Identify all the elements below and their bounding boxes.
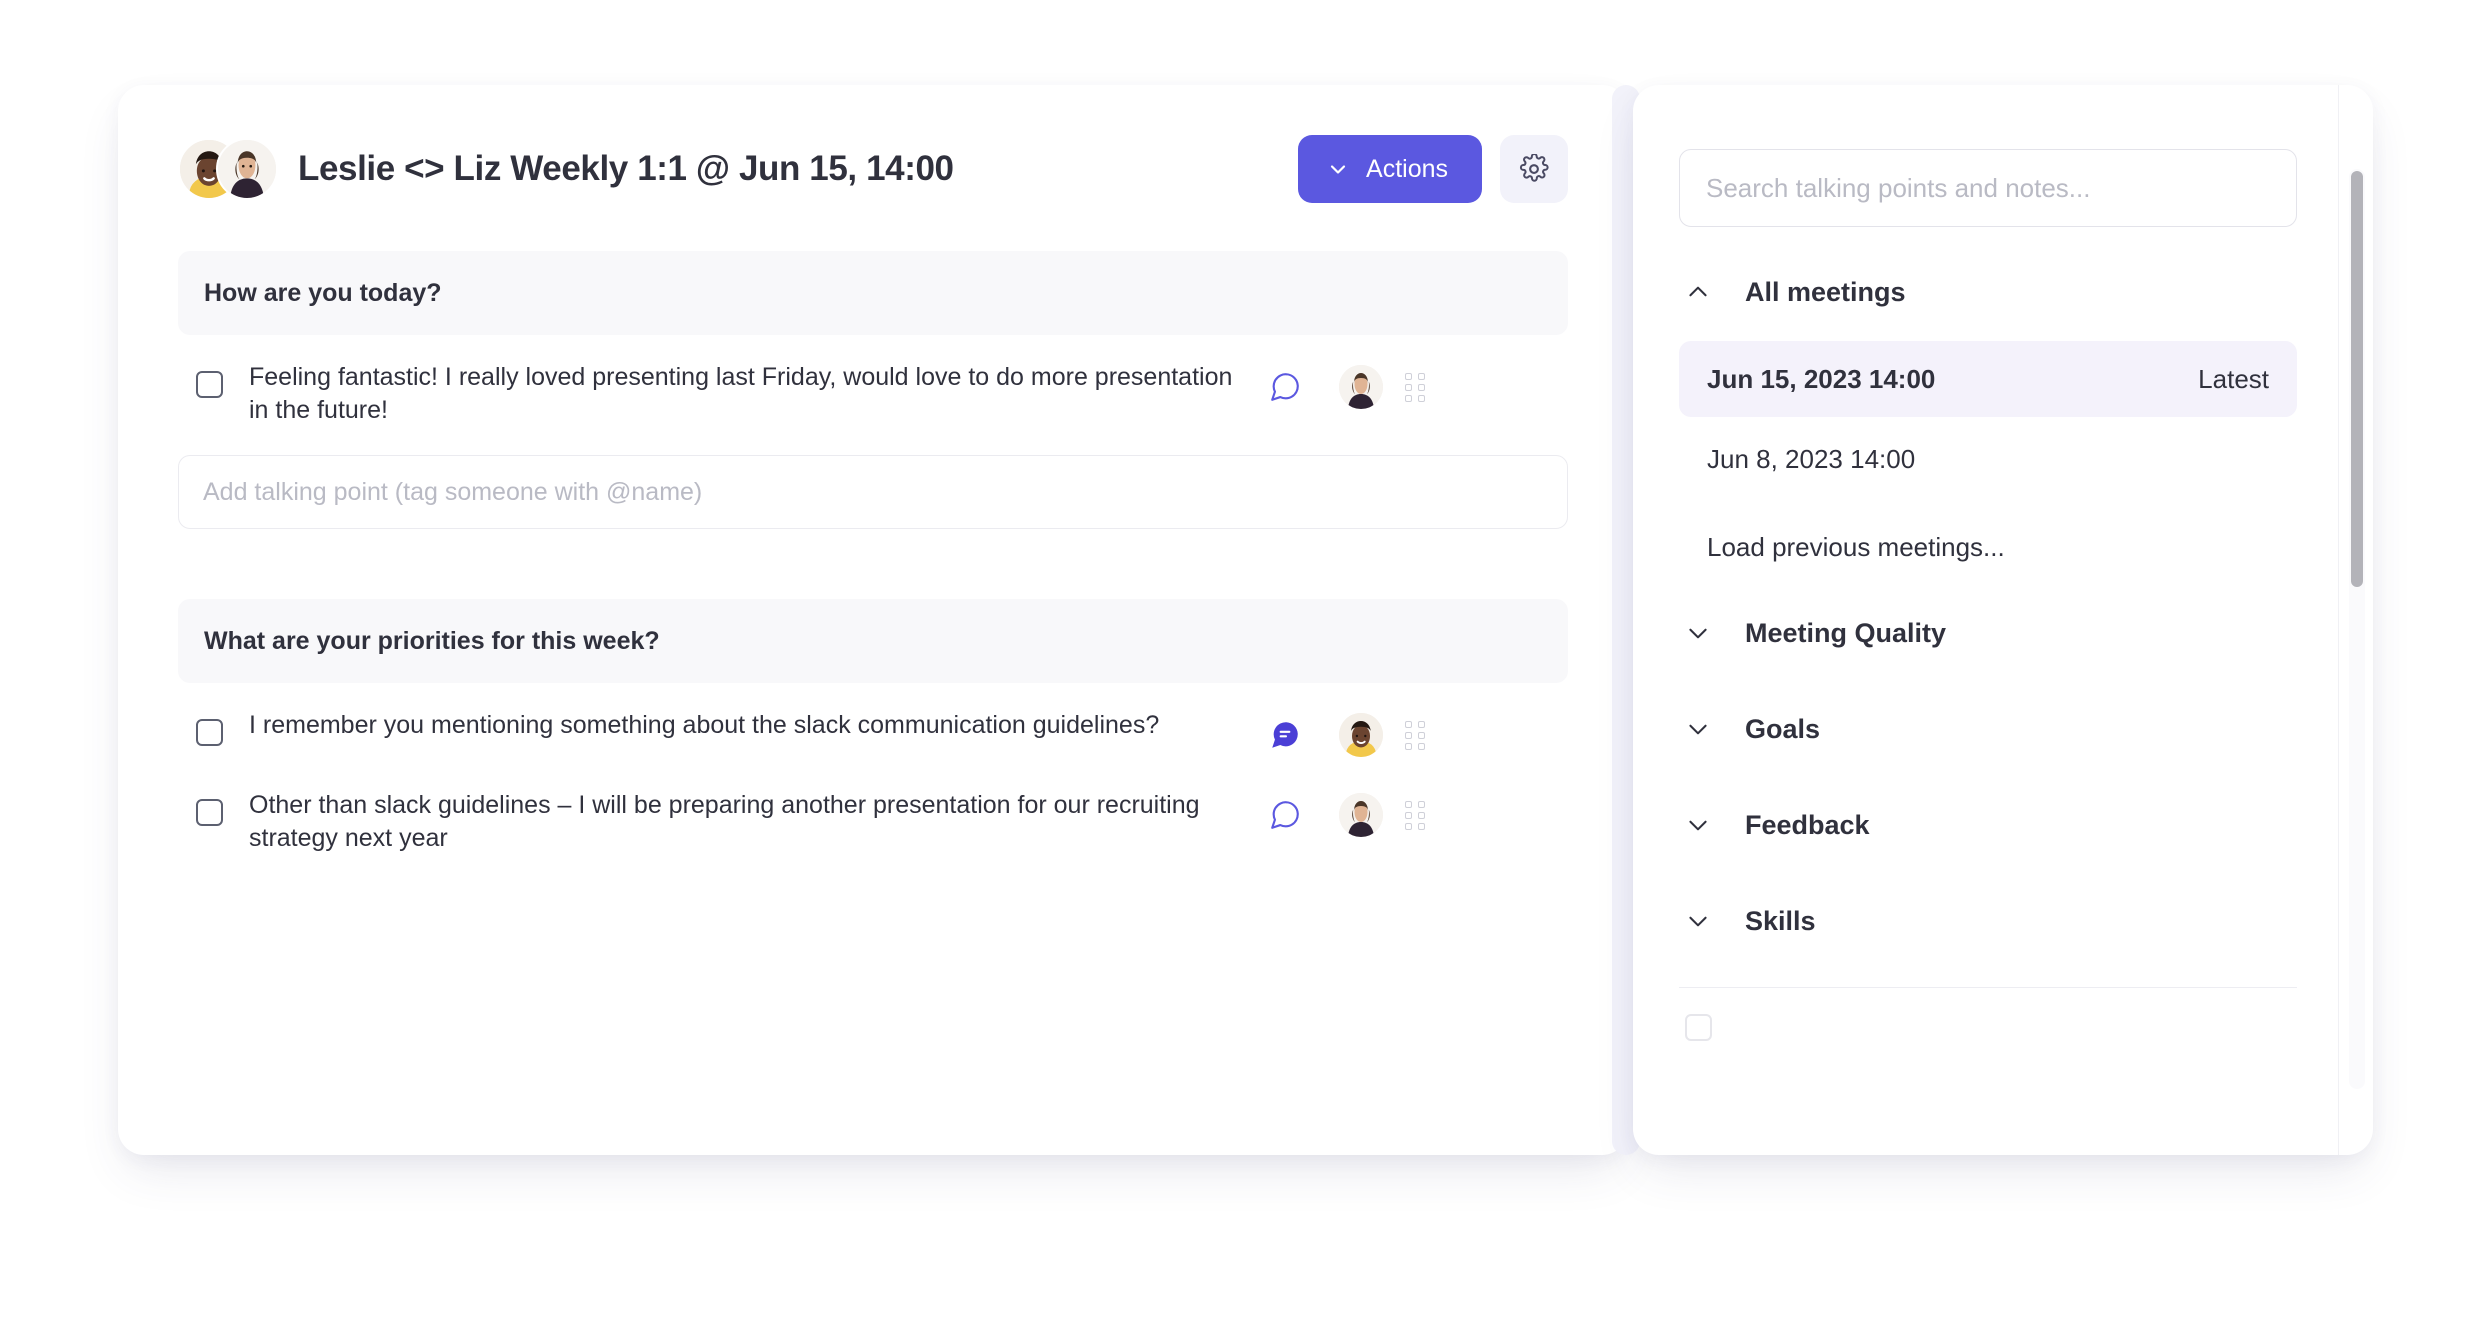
talking-point-row: Feeling fantastic! I really loved presen… bbox=[178, 335, 1568, 433]
sidebar-category-meeting-quality[interactable]: Meeting Quality bbox=[1679, 585, 2297, 681]
sidebar-category-label: Meeting Quality bbox=[1745, 617, 1947, 648]
sidebar-cutoff-item bbox=[1679, 1014, 2297, 1041]
sidebar-scroll-divider bbox=[2338, 85, 2339, 1155]
sidebar-category-feedback[interactable]: Feedback bbox=[1679, 777, 2297, 873]
search-input[interactable] bbox=[1679, 149, 2297, 227]
chevron-down-icon bbox=[1685, 812, 1711, 838]
meeting-date: Jun 15, 2023 14:00 bbox=[1707, 363, 1936, 394]
talking-point-author-avatar bbox=[1339, 713, 1383, 757]
load-previous-meetings-link[interactable]: Load previous meetings... bbox=[1679, 509, 2297, 585]
sidebar-category-label: Goals bbox=[1745, 713, 1821, 744]
sidebar-divider bbox=[1679, 987, 2297, 988]
drag-handle-icon[interactable] bbox=[1405, 800, 1427, 830]
talking-point-text: Feeling fantastic! I really loved presen… bbox=[249, 363, 1233, 424]
comment-filled-icon[interactable] bbox=[1259, 718, 1311, 752]
talking-point-checkbox[interactable] bbox=[196, 371, 223, 398]
drag-handle-icon[interactable] bbox=[1405, 720, 1427, 750]
talking-point-author-avatar bbox=[1339, 365, 1383, 409]
talking-point-meta bbox=[1259, 365, 1427, 409]
meeting-list-item[interactable]: Jun 8, 2023 14:00 bbox=[1679, 421, 2297, 497]
meeting-document-panel: Leslie <> Liz Weekly 1:1 @ Jun 15, 14:00… bbox=[118, 85, 1628, 1155]
sidebar-section-label: All meetings bbox=[1745, 276, 1906, 307]
sidebar-panel: All meetings Jun 15, 2023 14:00 Latest J… bbox=[1633, 85, 2373, 1155]
meeting-list-item[interactable]: Jun 15, 2023 14:00 Latest bbox=[1679, 341, 2297, 417]
sidebar-category-goals[interactable]: Goals bbox=[1679, 681, 2297, 777]
gear-icon bbox=[1519, 154, 1549, 184]
talking-point-checkbox[interactable] bbox=[196, 799, 223, 826]
document-header: Leslie <> Liz Weekly 1:1 @ Jun 15, 14:00… bbox=[178, 85, 1568, 237]
actions-button-label: Actions bbox=[1366, 154, 1448, 183]
app-root: Leslie <> Liz Weekly 1:1 @ Jun 15, 14:00… bbox=[0, 0, 2490, 1332]
sidebar-category-skills[interactable]: Skills bbox=[1679, 873, 2297, 969]
talking-point-text: Other than slack guidelines – I will be … bbox=[249, 791, 1200, 852]
section-header: How are you today? bbox=[178, 251, 1568, 335]
drag-handle-icon[interactable] bbox=[1405, 372, 1427, 402]
talking-point-meta bbox=[1259, 793, 1427, 837]
sidebar-category-label: Feedback bbox=[1745, 809, 1870, 840]
sidebar-scrollbar[interactable] bbox=[2349, 169, 2365, 1089]
header-actions: Actions bbox=[1298, 135, 1568, 203]
comment-icon[interactable] bbox=[1259, 798, 1311, 832]
participants-avatar-group bbox=[178, 138, 278, 200]
talking-point-meta bbox=[1259, 713, 1427, 757]
talking-point-checkbox[interactable] bbox=[196, 719, 223, 746]
chevron-down-icon bbox=[1685, 908, 1711, 934]
talking-point-row: Other than slack guidelines – I will be … bbox=[178, 763, 1568, 861]
cutoff-checkbox bbox=[1685, 1014, 1712, 1041]
sidebar-scroll: All meetings Jun 15, 2023 14:00 Latest J… bbox=[1633, 85, 2333, 1155]
section-question: What are your priorities for this week? bbox=[204, 626, 660, 655]
sidebar-scrollbar-thumb[interactable] bbox=[2351, 171, 2363, 587]
settings-button[interactable] bbox=[1500, 135, 1568, 203]
talking-point-row: I remember you mentioning something abou… bbox=[178, 683, 1568, 763]
page-title: Leslie <> Liz Weekly 1:1 @ Jun 15, 14:00 bbox=[298, 149, 954, 188]
chevron-up-icon bbox=[1685, 279, 1711, 305]
meeting-document-scroll: Leslie <> Liz Weekly 1:1 @ Jun 15, 14:00… bbox=[118, 85, 1628, 1155]
talking-point-text: I remember you mentioning something abou… bbox=[249, 711, 1160, 739]
actions-button[interactable]: Actions bbox=[1298, 135, 1482, 203]
sidebar-section-all-meetings[interactable]: All meetings bbox=[1679, 247, 2297, 337]
sidebar-category-label: Skills bbox=[1745, 905, 1816, 936]
talking-point-author-avatar bbox=[1339, 793, 1383, 837]
chevron-down-icon bbox=[1326, 157, 1350, 181]
section-header: What are your priorities for this week? bbox=[178, 599, 1568, 683]
meeting-date: Jun 8, 2023 14:00 bbox=[1707, 443, 1916, 474]
comment-icon[interactable] bbox=[1259, 370, 1311, 404]
section-question: How are you today? bbox=[204, 278, 442, 307]
chevron-down-icon bbox=[1685, 620, 1711, 646]
add-talking-point-input[interactable] bbox=[178, 455, 1568, 529]
chevron-down-icon bbox=[1685, 716, 1711, 742]
liz-avatar bbox=[216, 138, 278, 200]
meeting-latest-badge: Latest bbox=[2198, 363, 2269, 394]
